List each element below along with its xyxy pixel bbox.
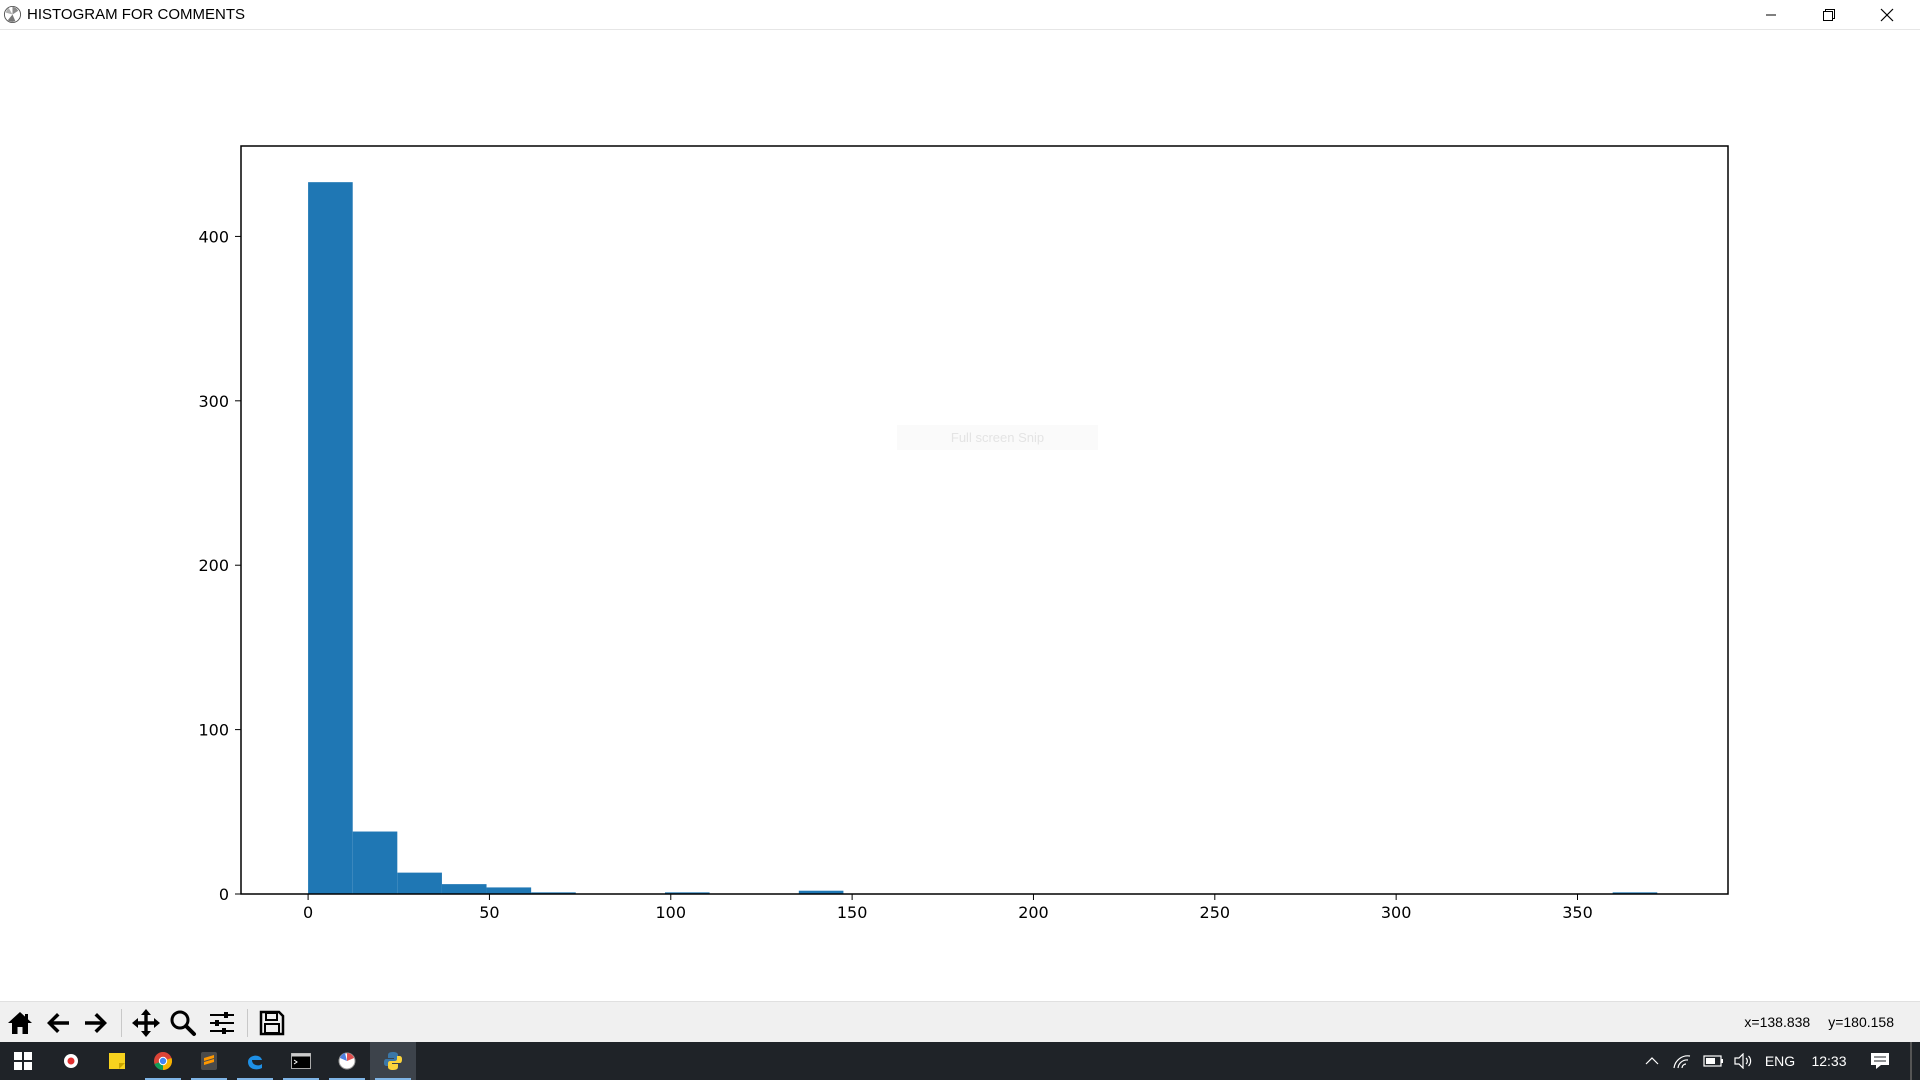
taskbar-app-recorder[interactable] [48, 1042, 94, 1080]
histogram-bar-1 [352, 831, 398, 894]
taskbar-app-chrome[interactable] [140, 1042, 186, 1080]
matplotlib-app-icon [3, 5, 22, 24]
battery-icon [1703, 1055, 1723, 1067]
chevron-up-icon [1645, 1057, 1659, 1065]
x-tick-label: 0 [303, 903, 313, 922]
battery-tray-button[interactable] [1700, 1042, 1728, 1080]
chrome-icon [154, 1052, 173, 1070]
terminal-icon [291, 1053, 311, 1069]
forward-arrow-icon [85, 1013, 107, 1033]
minimize-icon [1766, 14, 1776, 15]
start-button[interactable] [0, 1042, 46, 1080]
notifications-icon [1871, 1053, 1889, 1069]
show-desktop-button[interactable] [1910, 1042, 1912, 1080]
y-coordinate-readout: y=180.158 [1828, 1014, 1894, 1030]
y-tick-label: 300 [198, 392, 229, 411]
zoom-button[interactable] [167, 1007, 199, 1039]
histogram-bar-0 [308, 182, 353, 894]
figure-canvas[interactable]: 0 50 100 150 200 250 300 350 0 100 200 300 400 Full… [0, 30, 1920, 1000]
y-tick-label: 100 [198, 721, 229, 740]
taskbar-clock[interactable]: 12:33 [1804, 1042, 1854, 1080]
x-tick-label: 150 [837, 903, 868, 922]
cursor-coordinates: x=138.838 y=180.158 [1726, 1002, 1894, 1043]
window-title: HISTOGRAM FOR COMMENTS [27, 6, 246, 23]
histogram-chart: 0 50 100 150 200 250 300 350 0 100 200 300 400 [198, 145, 1729, 922]
axes-frame [240, 145, 1729, 895]
y-tick-label: 0 [219, 885, 229, 904]
x-coordinate-readout: x=138.838 [1744, 1014, 1811, 1030]
zoom-icon [170, 1010, 196, 1036]
back-arrow-icon [47, 1013, 69, 1033]
y-tick-label: 200 [198, 556, 229, 575]
taskbar-app-sublime-text[interactable] [186, 1042, 232, 1080]
network-tray-button[interactable] [1668, 1042, 1696, 1080]
windows-logo-icon [14, 1052, 32, 1070]
sublime-text-icon [201, 1052, 217, 1070]
taskbar-app-terminal[interactable] [278, 1042, 324, 1080]
matplotlib-taskbar-icon [338, 1052, 356, 1070]
windows-taskbar: ENG 12:33 [0, 1042, 1920, 1080]
taskbar-app-sticky-notes[interactable] [94, 1042, 140, 1080]
save-icon [259, 1010, 285, 1036]
taskbar-app-edge[interactable] [232, 1042, 278, 1080]
speaker-icon [1734, 1053, 1752, 1069]
pan-icon [132, 1009, 160, 1037]
histogram-bar-3 [441, 884, 487, 894]
toolbar-separator [121, 1009, 122, 1037]
histogram-bar-4 [486, 887, 532, 894]
taskbar-app-python[interactable] [370, 1042, 416, 1080]
edge-icon [248, 1055, 262, 1070]
navigation-toolbar: x=138.838 y=180.158 [0, 1001, 1920, 1043]
x-tick-label: 350 [1562, 903, 1593, 922]
close-icon [1880, 8, 1894, 21]
x-tick-label: 300 [1381, 903, 1412, 922]
minimize-button[interactable] [1742, 0, 1800, 29]
x-tick-label: 50 [479, 903, 499, 922]
x-tick-label: 200 [1018, 903, 1049, 922]
restore-icon [1823, 8, 1835, 21]
configure-subplots-icon [210, 1012, 234, 1034]
forward-button[interactable] [80, 1007, 112, 1039]
y-tick-label: 400 [198, 227, 229, 246]
histogram-bar-2 [397, 872, 442, 894]
x-tick-label: 250 [1200, 903, 1231, 922]
wifi-icon [1673, 1055, 1691, 1069]
record-icon [64, 1054, 78, 1068]
ghost-tooltip: Full screen Snip [897, 425, 1098, 450]
taskbar-app-figure-viewer[interactable] [324, 1042, 370, 1080]
input-language-button[interactable]: ENG [1760, 1042, 1800, 1080]
action-center-button[interactable] [1862, 1042, 1898, 1080]
volume-tray-button[interactable] [1730, 1042, 1756, 1080]
toolbar-separator [247, 1009, 248, 1037]
back-button[interactable] [42, 1007, 74, 1039]
save-button[interactable] [256, 1007, 288, 1039]
home-icon [8, 1012, 32, 1034]
home-button[interactable] [4, 1007, 36, 1039]
pan-button[interactable] [130, 1007, 162, 1039]
restore-button[interactable] [1800, 0, 1858, 29]
sticky-notes-icon [109, 1053, 125, 1069]
x-tick-label: 100 [656, 903, 687, 922]
configure-subplots-button[interactable] [206, 1007, 238, 1039]
python-icon [384, 1052, 402, 1070]
show-hidden-icons-button[interactable] [1640, 1042, 1664, 1080]
window-titlebar: HISTOGRAM FOR COMMENTS [0, 0, 1920, 30]
close-button[interactable] [1858, 0, 1916, 29]
